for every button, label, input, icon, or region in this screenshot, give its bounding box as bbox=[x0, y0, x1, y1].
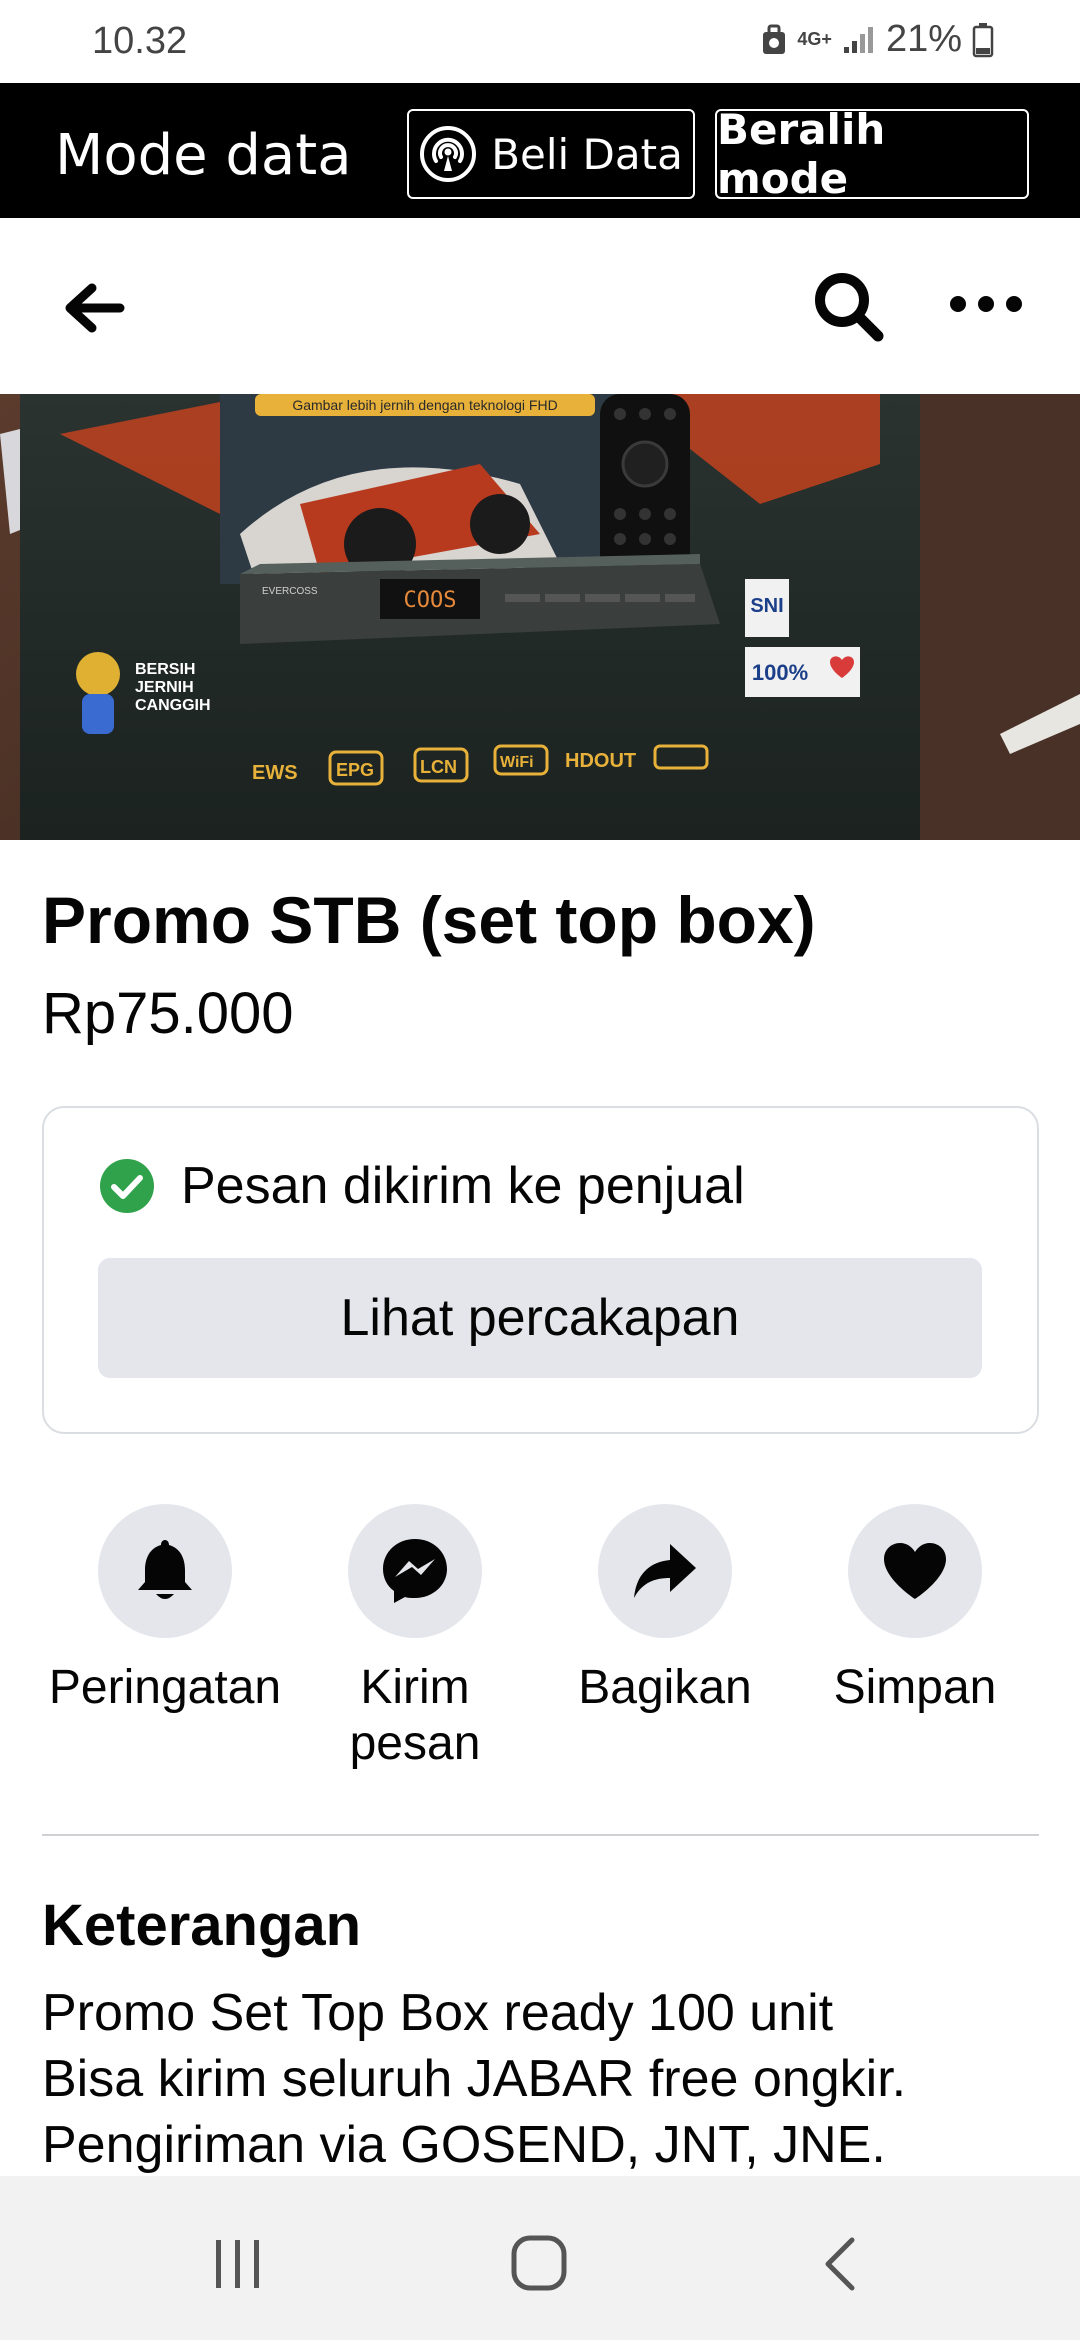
status-bar: 10.32 4G+ 21% bbox=[0, 0, 1080, 83]
slogan-2: JERNIH bbox=[135, 679, 194, 696]
feature-wifi: WiFi bbox=[500, 754, 534, 771]
slogan-3: CANGGIH bbox=[135, 697, 211, 714]
action-send-message[interactable]: Kirim pesan bbox=[290, 1504, 540, 1772]
alert-button-circle[interactable] bbox=[98, 1504, 232, 1638]
switch-mode-label: Beralih mode bbox=[717, 105, 886, 203]
feature-ews: EWS bbox=[252, 762, 298, 784]
view-conversation-button[interactable]: Lihat percakapan bbox=[98, 1258, 982, 1378]
broadcast-icon bbox=[420, 126, 477, 182]
buy-data-button[interactable]: Beli Data bbox=[407, 109, 695, 199]
description-line: Bisa kirim seluruh JABAR free ongkir. bbox=[42, 2050, 907, 2108]
home-icon[interactable] bbox=[510, 2234, 568, 2292]
action-share[interactable]: Bagikan bbox=[540, 1504, 790, 1716]
messenger-icon bbox=[383, 1539, 447, 1603]
signal-icon bbox=[843, 26, 873, 53]
tagline-text: Gambar lebih jernih dengan teknologi FHD bbox=[292, 397, 557, 413]
description-body: Promo Set Top Box ready 100 unit Bisa ki… bbox=[42, 1980, 906, 2178]
search-icon[interactable] bbox=[812, 270, 886, 344]
buy-data-label: Beli Data bbox=[491, 129, 683, 179]
message-status: Pesan dikirim ke penjual bbox=[99, 1156, 745, 1216]
listing-title: Promo STB (set top box) bbox=[42, 883, 816, 957]
share-label: Bagikan bbox=[578, 1661, 752, 1714]
recent-apps-icon[interactable] bbox=[212, 2238, 264, 2290]
heart-icon bbox=[884, 1543, 946, 1599]
more-options-icon[interactable] bbox=[948, 294, 1024, 314]
back-arrow-icon[interactable] bbox=[62, 280, 126, 336]
sni-badge: SNI bbox=[750, 595, 783, 617]
share-icon bbox=[634, 1544, 696, 1598]
system-navigation-bar bbox=[0, 2176, 1080, 2340]
top-navigation bbox=[0, 218, 1080, 394]
battery-icon bbox=[972, 22, 994, 57]
set-top-box-photo: Gambar lebih jernih dengan teknologi FHD… bbox=[0, 394, 1080, 840]
save-button-circle[interactable] bbox=[848, 1504, 982, 1638]
slogan-1: BERSIH bbox=[135, 661, 195, 678]
section-divider bbox=[42, 1834, 1039, 1836]
status-time: 10.32 bbox=[92, 20, 188, 62]
share-button-circle[interactable] bbox=[598, 1504, 732, 1638]
switch-mode-button[interactable]: Beralih mode bbox=[715, 105, 1029, 203]
stb-display-text: COOS bbox=[404, 588, 457, 613]
feature-lcn: LCN bbox=[420, 757, 457, 777]
send-message-button-circle[interactable] bbox=[348, 1504, 482, 1638]
action-row: Peringatan Kirim pesan Bagikan Simpan bbox=[0, 1504, 1080, 1774]
alarm-icon bbox=[763, 24, 786, 54]
action-save[interactable]: Simpan bbox=[790, 1504, 1040, 1716]
back-nav-icon[interactable] bbox=[822, 2236, 858, 2292]
alert-label: Peringatan bbox=[48, 1661, 282, 1714]
bell-icon bbox=[138, 1540, 192, 1599]
save-label: Simpan bbox=[833, 1661, 997, 1714]
battery-percent: 21% bbox=[885, 18, 962, 60]
product-photo[interactable]: Gambar lebih jernih dengan teknologi FHD… bbox=[0, 394, 1080, 840]
message-sent-card: Pesan dikirim ke penjual Lihat percakapa… bbox=[42, 1106, 1039, 1434]
description-line: Promo Set Top Box ready 100 unit bbox=[42, 1984, 834, 2042]
action-alert[interactable]: Peringatan bbox=[40, 1504, 290, 1716]
network-type: 4G+ bbox=[797, 29, 832, 49]
feature-epg: EPG bbox=[336, 760, 374, 780]
listing-price: Rp75.000 bbox=[42, 981, 294, 1046]
message-status-text: Pesan dikirim ke penjual bbox=[181, 1157, 745, 1215]
check-circle-icon bbox=[100, 1159, 154, 1213]
status-indicators: 4G+ 21% bbox=[761, 18, 994, 61]
description-heading: Keterangan bbox=[42, 1893, 362, 1958]
send-message-label: Kirim pesan bbox=[349, 1661, 481, 1770]
brand-text: EVERCOSS bbox=[262, 586, 318, 597]
feature-hdout: HDOUT bbox=[565, 750, 636, 772]
description-line: Pengiriman via GOSEND, JNT, JNE. bbox=[42, 2116, 886, 2174]
tkdn-badge: 100% bbox=[752, 660, 808, 685]
data-mode-bar: Mode data Beli Data Beralih mode bbox=[0, 83, 1080, 218]
data-mode-title: Mode data bbox=[55, 123, 352, 188]
